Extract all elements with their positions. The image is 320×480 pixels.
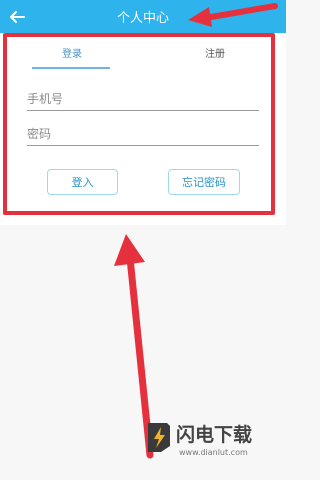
tab-register[interactable]: 注册 bbox=[205, 45, 225, 60]
login-panel: 登录 注册 登入 忘记密码 bbox=[0, 33, 286, 225]
password-field bbox=[27, 123, 259, 146]
phone-field bbox=[27, 88, 259, 111]
watermark-url: www.dianlut.com bbox=[179, 448, 248, 457]
login-button[interactable]: 登入 bbox=[47, 169, 118, 195]
active-tab-indicator bbox=[32, 67, 110, 69]
watermark-name: 闪电下载 bbox=[176, 424, 253, 446]
phone-input[interactable] bbox=[27, 88, 259, 110]
forgot-password-button[interactable]: 忘记密码 bbox=[168, 169, 240, 195]
tab-login[interactable]: 登录 bbox=[62, 45, 82, 60]
password-input[interactable] bbox=[27, 123, 259, 145]
page-title: 个人中心 bbox=[116, 11, 169, 26]
app-header: 个人中心 bbox=[0, 0, 286, 33]
lightning-logo-icon bbox=[148, 423, 170, 452]
